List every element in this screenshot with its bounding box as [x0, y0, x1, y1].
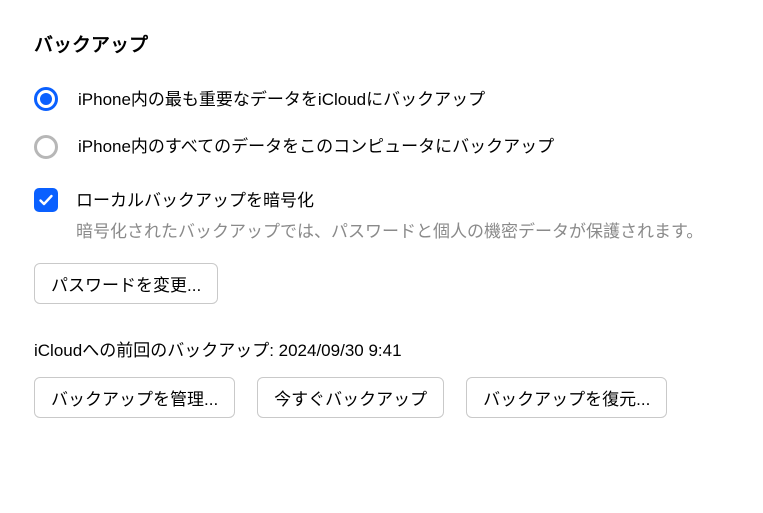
last-backup-text: iCloudへの前回のバックアップ: 2024/09/30 9:41: [34, 338, 729, 364]
radio-option-icloud[interactable]: iPhone内の最も重要なデータをiCloudにバックアップ: [34, 87, 729, 113]
change-password-button[interactable]: パスワードを変更...: [34, 263, 218, 304]
radio-icon-selected: [34, 87, 58, 111]
encrypt-description: 暗号化されたバックアップでは、パスワードと個人の機密データが保護されます。: [76, 219, 729, 245]
restore-backup-button[interactable]: バックアップを復元...: [466, 377, 667, 418]
encrypt-label: ローカルバックアップを暗号化: [76, 188, 729, 214]
change-password-row: パスワードを変更...: [34, 263, 729, 304]
encrypt-checkbox[interactable]: [34, 188, 58, 212]
encrypt-content: ローカルバックアップを暗号化 暗号化されたバックアップでは、パスワードと個人の機…: [76, 188, 729, 245]
section-title: バックアップ: [34, 32, 729, 61]
manage-backups-button[interactable]: バックアップを管理...: [34, 377, 235, 418]
backup-button-row: バックアップを管理... 今すぐバックアップ バックアップを復元...: [34, 377, 729, 418]
radio-icon-unselected: [34, 135, 58, 159]
backup-now-button[interactable]: 今すぐバックアップ: [257, 377, 444, 418]
radio-option-local[interactable]: iPhone内のすべてのデータをこのコンピュータにバックアップ: [34, 134, 729, 160]
checkmark-icon: [38, 192, 54, 208]
encrypt-checkbox-row: ローカルバックアップを暗号化 暗号化されたバックアップでは、パスワードと個人の機…: [34, 188, 729, 245]
radio-label-icloud: iPhone内の最も重要なデータをiCloudにバックアップ: [78, 87, 485, 113]
radio-label-local: iPhone内のすべてのデータをこのコンピュータにバックアップ: [78, 134, 554, 160]
